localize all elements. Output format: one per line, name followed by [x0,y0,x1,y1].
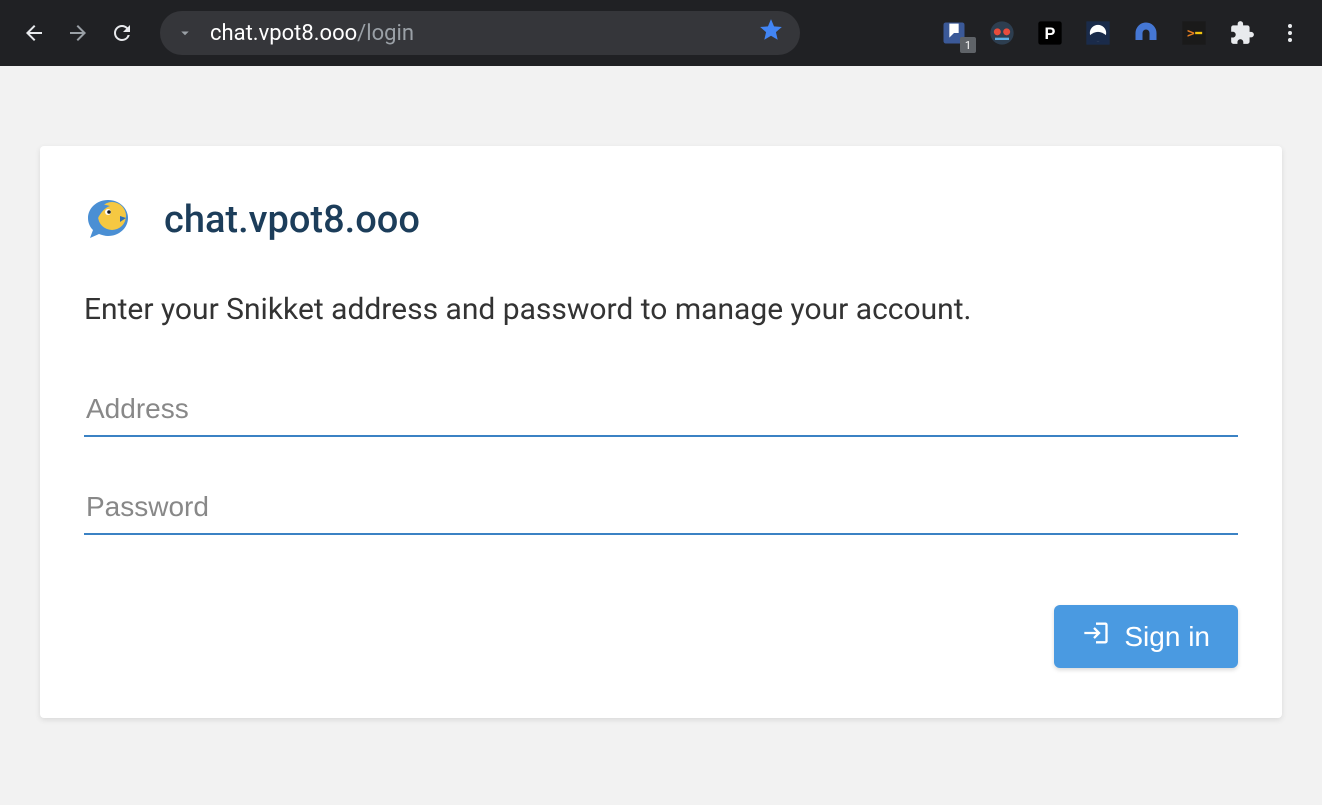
reload-button[interactable] [104,15,140,51]
extension-badge: 1 [960,37,976,53]
card-header: chat.vpot8.ooo [84,196,1238,244]
extensions-area: 1 P > [938,17,1306,49]
address-input[interactable] [84,383,1238,437]
extension-5-icon[interactable] [1130,17,1162,49]
back-button[interactable] [16,15,52,51]
bookmark-star-icon[interactable] [758,17,784,49]
snikket-logo-icon [84,196,132,244]
page-content: chat.vpot8.ooo Enter your Snikket addres… [0,66,1322,718]
button-row: Sign in [84,605,1238,668]
extension-1-icon[interactable]: 1 [938,17,970,49]
extensions-menu-icon[interactable] [1226,17,1258,49]
url-domain: chat.vpot8.ooo [210,21,357,46]
signin-label: Sign in [1124,621,1210,653]
address-bar[interactable]: chat.vpot8.ooo/login [160,11,800,55]
site-title: chat.vpot8.ooo [164,198,420,242]
site-info-icon[interactable] [176,24,194,42]
svg-text:>: > [1187,27,1195,42]
extension-4-icon[interactable] [1082,17,1114,49]
signin-button[interactable]: Sign in [1054,605,1238,668]
url-path: /login [357,21,414,46]
url-text: chat.vpot8.ooo/login [210,21,758,46]
extension-6-icon[interactable]: > [1178,17,1210,49]
browser-menu-icon[interactable] [1274,17,1306,49]
instruction-text: Enter your Snikket address and password … [84,292,1238,327]
signin-icon [1082,619,1110,654]
forward-button[interactable] [60,15,96,51]
extension-2-icon[interactable] [986,17,1018,49]
extension-3-icon[interactable]: P [1034,17,1066,49]
password-input[interactable] [84,481,1238,535]
browser-toolbar: chat.vpot8.ooo/login 1 P > [0,0,1322,66]
svg-text:P: P [1045,25,1056,43]
login-card: chat.vpot8.ooo Enter your Snikket addres… [40,146,1282,718]
